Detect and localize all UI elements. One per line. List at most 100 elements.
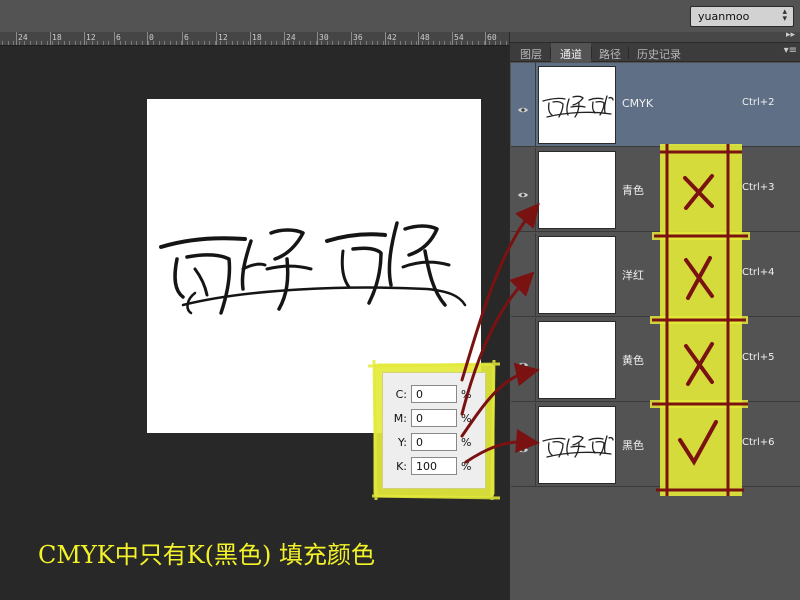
- channel-thumbnail: [538, 151, 616, 229]
- ruler-minor-tick: [209, 41, 210, 45]
- row-divider: [535, 403, 536, 487]
- collapse-icon[interactable]: ▸▸: [786, 30, 795, 40]
- ruler-minor-tick: [108, 41, 109, 45]
- tab-channels[interactable]: 通道: [551, 43, 591, 62]
- eye-icon[interactable]: [518, 354, 528, 368]
- ruler-minor-tick: [97, 41, 98, 45]
- ruler-minor-tick: [198, 41, 199, 45]
- channel-shortcut: Ctrl+2: [742, 97, 775, 108]
- ruler-minor-tick: [271, 41, 272, 45]
- ruler-minor-tick: [467, 41, 468, 45]
- tab-layers[interactable]: 图层: [512, 43, 550, 62]
- horizontal-ruler: 24 18 12 6 0 6 12 18 24 30 36 42 48 54 60: [0, 32, 509, 46]
- channel-thumbnail: [538, 406, 616, 484]
- ruler-minor-tick: [276, 41, 277, 45]
- ruler-major-tick: [84, 32, 85, 45]
- ruler-minor-tick: [148, 41, 149, 45]
- ruler-minor-tick: [400, 41, 401, 45]
- ruler-major-tick: [250, 32, 251, 45]
- eye-icon[interactable]: [518, 269, 528, 283]
- ruler-minor-tick: [170, 41, 171, 45]
- tab-history[interactable]: 历史记录: [629, 43, 689, 62]
- ruler-minor-tick: [142, 41, 143, 45]
- ruler-minor-tick: [388, 41, 389, 45]
- eye-icon[interactable]: [518, 184, 528, 198]
- workspace-dropdown[interactable]: yuanmoo ▴ ▾: [690, 6, 794, 27]
- ruler-minor-tick: [64, 41, 65, 45]
- ruler-minor-tick: [355, 41, 356, 45]
- ruler-minor-tick: [248, 41, 249, 45]
- row-divider: [535, 148, 536, 232]
- ruler-minor-tick: [349, 41, 350, 45]
- ruler-minor-tick: [321, 41, 322, 45]
- channel-row[interactable]: 黑色 Ctrl+6: [511, 403, 800, 487]
- yellow-input[interactable]: 0: [411, 433, 457, 451]
- ruler-minor-tick: [500, 41, 501, 45]
- ruler-minor-tick: [204, 41, 205, 45]
- ruler-major-tick: [385, 32, 386, 45]
- ruler-major-tick: [418, 32, 419, 45]
- ruler-minor-tick: [153, 41, 154, 45]
- ruler-minor-tick: [439, 41, 440, 45]
- ruler-minor-tick: [181, 41, 182, 45]
- black-row: K: 100 %: [383, 457, 487, 477]
- channel-shortcut: Ctrl+4: [742, 267, 775, 278]
- eye-icon[interactable]: [518, 99, 528, 113]
- ruler-minor-tick: [220, 41, 221, 45]
- row-divider: [535, 63, 536, 147]
- cyan-label: C:: [395, 388, 407, 401]
- ruler-minor-tick: [461, 41, 462, 45]
- channel-shortcut: Ctrl+5: [742, 352, 775, 363]
- workspace-label: yuanmoo: [698, 10, 750, 23]
- ruler-minor-tick: [125, 41, 126, 45]
- cyan-percent: %: [461, 388, 472, 401]
- tab-paths[interactable]: 路径: [592, 43, 628, 62]
- channel-name: 洋红: [622, 269, 644, 282]
- ruler-minor-tick: [472, 41, 473, 45]
- ruler-minor-tick: [80, 41, 81, 45]
- ruler-minor-tick: [310, 41, 311, 45]
- ruler-minor-tick: [428, 41, 429, 45]
- ruler-minor-tick: [243, 41, 244, 45]
- channel-name: 黄色: [622, 354, 644, 367]
- ruler-minor-tick: [456, 41, 457, 45]
- ruler-minor-tick: [489, 41, 490, 45]
- ruler-minor-tick: [103, 41, 104, 45]
- yellow-label: Y:: [398, 436, 407, 449]
- panel-header-strip: ▸▸: [510, 30, 800, 43]
- magenta-label: M:: [393, 412, 407, 425]
- ruler-minor-tick: [299, 41, 300, 45]
- ruler-minor-tick: [344, 41, 345, 45]
- ruler-major-tick: [16, 32, 17, 45]
- ruler-minor-tick: [405, 41, 406, 45]
- black-input[interactable]: 100: [411, 457, 457, 475]
- ruler-minor-tick: [444, 41, 445, 45]
- channel-thumbnail: [538, 66, 616, 144]
- channel-shortcut: Ctrl+3: [742, 182, 775, 193]
- ruler-minor-tick: [41, 41, 42, 45]
- ruler-minor-tick: [226, 41, 227, 45]
- channel-name: 青色: [622, 184, 644, 197]
- channel-row[interactable]: 洋红 Ctrl+4: [511, 233, 800, 317]
- ruler-minor-tick: [377, 41, 378, 45]
- eye-icon[interactable]: [518, 439, 528, 453]
- ruler-minor-tick: [260, 41, 261, 45]
- ruler-minor-tick: [47, 41, 48, 45]
- panel-menu-icon[interactable]: ▾≡: [784, 45, 797, 56]
- caption-text: CMYK中只有K(黑色) 填充颜色: [38, 541, 375, 569]
- ruler-minor-tick: [8, 41, 9, 45]
- channel-row[interactable]: CMYK Ctrl+2: [511, 63, 800, 147]
- channel-row[interactable]: 青色 Ctrl+3: [511, 148, 800, 232]
- magenta-input[interactable]: 0: [411, 409, 457, 427]
- ruler-minor-tick: [176, 41, 177, 45]
- ruler-minor-tick: [282, 41, 283, 45]
- channel-row[interactable]: 黄色 Ctrl+5: [511, 318, 800, 402]
- row-divider: [535, 233, 536, 317]
- ruler-minor-tick: [506, 41, 507, 45]
- cyan-input[interactable]: 0: [411, 385, 457, 403]
- ruler-minor-tick: [372, 41, 373, 45]
- ruler-minor-tick: [52, 41, 53, 45]
- ruler-minor-tick: [265, 41, 266, 45]
- ruler-minor-tick: [24, 41, 25, 45]
- ruler-major-tick: [452, 32, 453, 45]
